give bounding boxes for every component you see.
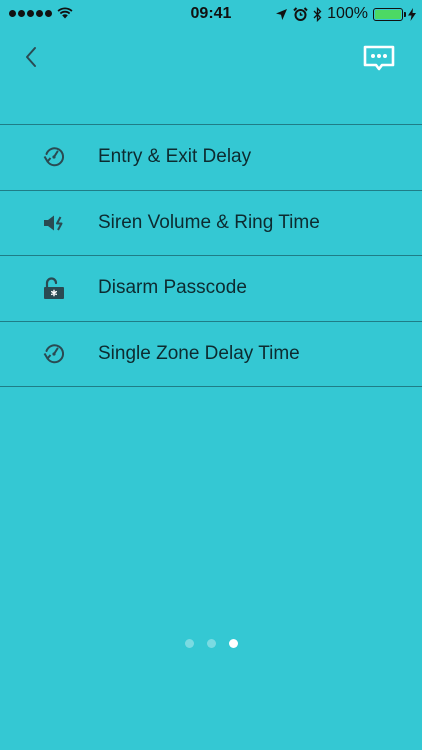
alarm-clock-icon <box>293 6 308 21</box>
chevron-left-icon <box>26 47 36 67</box>
menu-item-label: Siren Volume & Ring Time <box>98 211 320 233</box>
battery-percent: 100% <box>327 5 368 22</box>
menu-item-single-zone-delay[interactable]: Single Zone Delay Time <box>0 322 422 387</box>
bluetooth-icon <box>313 6 322 22</box>
settings-menu: Entry & Exit Delay Siren Volume & Ring T… <box>0 124 422 387</box>
unlock-icon <box>41 275 67 301</box>
menu-item-label: Disarm Passcode <box>98 277 247 299</box>
status-right: 100% <box>275 5 416 23</box>
page-dot-2[interactable] <box>206 639 216 648</box>
menu-item-entry-exit-delay[interactable]: Entry & Exit Delay <box>0 125 422 191</box>
charging-bolt-icon <box>408 7 416 21</box>
menu-item-label: Single Zone Delay Time <box>98 342 300 364</box>
battery-icon <box>373 7 406 21</box>
chat-button[interactable] <box>362 44 396 76</box>
menu-item-siren-volume[interactable]: Siren Volume & Ring Time <box>0 191 422 256</box>
menu-item-disarm-passcode[interactable]: Disarm Passcode <box>0 256 422 322</box>
location-arrow-icon <box>276 8 288 20</box>
timer-icon <box>41 341 67 367</box>
page-dot-3[interactable] <box>228 639 238 648</box>
back-button[interactable] <box>18 42 48 72</box>
chat-bubble-icon <box>363 45 395 71</box>
menu-item-label: Entry & Exit Delay <box>98 146 252 168</box>
speaker-icon <box>41 210 67 236</box>
status-bar: 09:41 100% <box>0 0 422 28</box>
timer-icon <box>41 144 67 170</box>
page-dot-1[interactable] <box>184 639 194 648</box>
page-indicator[interactable] <box>0 639 422 648</box>
